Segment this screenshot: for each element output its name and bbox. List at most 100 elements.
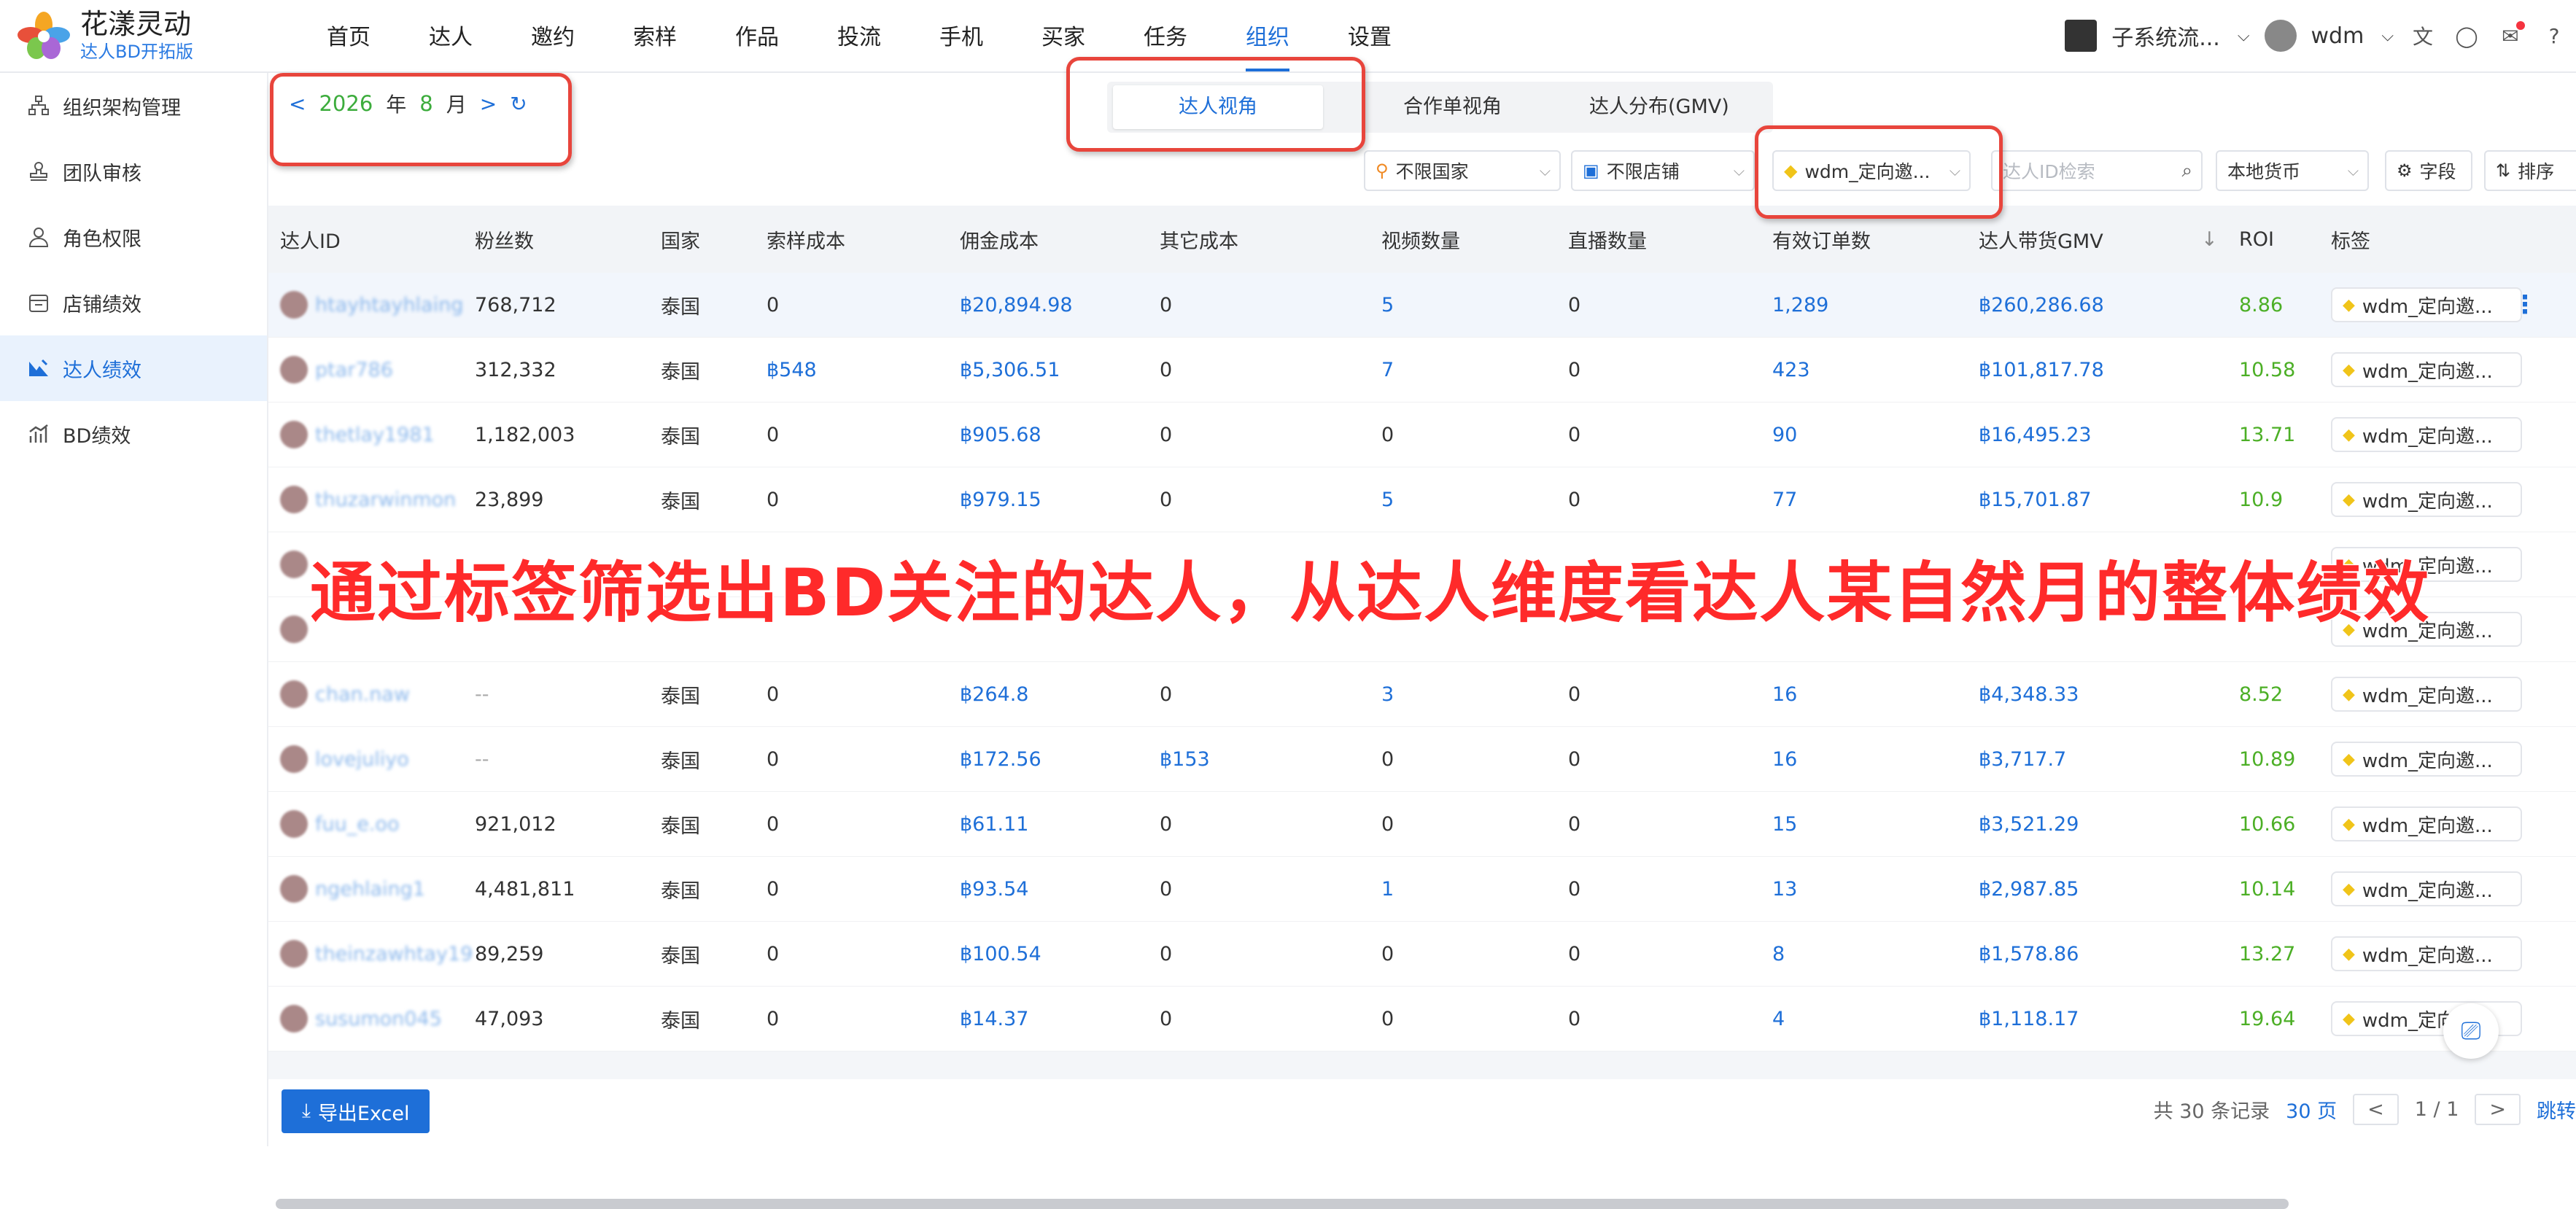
sidebar-item-org-structure[interactable]: 组织架构管理 bbox=[0, 73, 267, 139]
commission-cell[interactable]: ฿979.15 bbox=[960, 467, 1041, 532]
mail-icon[interactable]: ✉ bbox=[2496, 21, 2525, 50]
videos-cell[interactable]: 0 bbox=[1381, 792, 1394, 856]
col-header[interactable]: 佣金成本 bbox=[960, 206, 1039, 273]
sidebar-item-bd-performance[interactable]: BD绩效 bbox=[0, 401, 267, 467]
user-name[interactable]: wdm bbox=[2311, 23, 2364, 49]
tab-cooperation-view[interactable]: 合作单视角 bbox=[1359, 85, 1545, 129]
col-header[interactable]: 索样成本 bbox=[767, 206, 845, 273]
orders-cell[interactable]: 4 bbox=[1772, 987, 1785, 1051]
chevron-down-icon[interactable]: ⌵ bbox=[2381, 27, 2394, 45]
sidebar-item-shop-performance[interactable]: 店铺绩效 bbox=[0, 270, 267, 335]
gmv-cell[interactable]: ฿3,521.29 bbox=[1979, 792, 2079, 856]
videos-cell[interactable]: 0 bbox=[1381, 987, 1394, 1051]
videos-cell[interactable]: 0 bbox=[1381, 922, 1394, 986]
tag-chip[interactable]: ◆ wdm_定向邀... bbox=[2331, 742, 2522, 777]
tag-chip[interactable]: ◆ wdm_定向邀... bbox=[2331, 352, 2522, 387]
orders-cell[interactable]: 16 bbox=[1772, 662, 1797, 726]
influencer-id[interactable]: htayhtayhlaing bbox=[315, 294, 463, 316]
videos-cell[interactable]: 3 bbox=[1381, 662, 1394, 726]
export-excel-button[interactable]: ⤓ 导出Excel bbox=[282, 1089, 430, 1133]
help-icon[interactable]: ? bbox=[2540, 21, 2569, 50]
currency-select[interactable]: 本地货币 ⌵ bbox=[2216, 150, 2369, 191]
chevron-down-icon[interactable]: ⌵ bbox=[2238, 27, 2250, 45]
col-header[interactable]: 直播数量 bbox=[1568, 206, 1647, 273]
tag-chip[interactable]: ◆ wdm_定向邀... bbox=[2331, 871, 2522, 906]
influencer-id[interactable]: ngehlaing1 bbox=[315, 878, 425, 901]
prev-page-icon[interactable]: < bbox=[2353, 1094, 2399, 1125]
influencer-id[interactable]: thetlay1981 bbox=[315, 424, 435, 446]
commission-cell[interactable]: ฿14.37 bbox=[960, 987, 1028, 1051]
tag-chip[interactable]: ◆ wdm_定向邀... bbox=[2331, 287, 2522, 322]
col-header[interactable]: 其它成本 bbox=[1160, 206, 1238, 273]
videos-cell[interactable]: 0 bbox=[1381, 727, 1394, 791]
sort-desc-icon[interactable]: ↓ bbox=[2201, 206, 2218, 273]
influencer-id-cell[interactable]: ptar786 bbox=[280, 338, 393, 402]
orders-cell[interactable]: 15 bbox=[1772, 792, 1797, 856]
inbox-float-button[interactable]: ⎚ bbox=[2443, 1003, 2499, 1059]
sidebar-item-role-permissions[interactable]: 角色权限 bbox=[0, 204, 267, 270]
tag-chip[interactable]: ◆ wdm_定向邀... bbox=[2331, 482, 2522, 517]
table-row[interactable]: chan.naw -- 泰国 0 ฿264.8 0 3 0 16 ฿4,348.33 8.52 ◆ wd… bbox=[268, 662, 2576, 727]
influencer-id[interactable]: ptar786 bbox=[315, 359, 393, 381]
nav-phones[interactable]: 手机 bbox=[910, 0, 1012, 71]
table-row[interactable]: fuu_e.oo 921,012 泰国 0 ฿61.11 0 0 0 15 ฿3,521.29 10… bbox=[268, 792, 2576, 857]
gmv-cell[interactable]: ฿101,817.78 bbox=[1979, 338, 2104, 402]
table-row[interactable]: ngehlaing1 4,481,811 泰国 0 ฿93.54 0 1 0 13 ฿2,987.… bbox=[268, 857, 2576, 922]
nav-invite[interactable]: 邀约 bbox=[502, 0, 604, 71]
nav-works[interactable]: 作品 bbox=[706, 0, 808, 71]
commission-cell[interactable]: ฿93.54 bbox=[960, 857, 1028, 921]
tag-chip[interactable]: ◆ wdm_定向邀... bbox=[2331, 417, 2522, 452]
next-page-icon[interactable]: > bbox=[2475, 1094, 2521, 1125]
nav-ads[interactable]: 投流 bbox=[808, 0, 910, 71]
gmv-cell[interactable]: ฿3,717.7 bbox=[1979, 727, 2066, 791]
commission-cell[interactable]: ฿172.56 bbox=[960, 727, 1041, 791]
influencer-id-cell[interactable]: chan.naw bbox=[280, 662, 410, 726]
col-header[interactable]: 标签 bbox=[2331, 206, 2370, 273]
gmv-cell[interactable]: ฿2,987.85 bbox=[1979, 857, 2079, 921]
table-row[interactable]: theinzawhtay19 89,259 泰国 0 ฿100.54 0 0 0 8 ฿1,578… bbox=[268, 922, 2576, 987]
country-select[interactable]: ⚲ 不限国家 ⌵ bbox=[1364, 150, 1561, 191]
influencer-id-cell[interactable]: susumon045 bbox=[280, 987, 442, 1051]
orders-cell[interactable]: 16 bbox=[1772, 727, 1797, 791]
influencer-id-cell[interactable]: lovejuliyo bbox=[280, 727, 409, 791]
table-row[interactable]: ptar786 312,332 泰国 ฿548 ฿5,306.51 0 7 0 423 ฿101,… bbox=[268, 338, 2576, 403]
influencer-id[interactable]: fuu_e.oo bbox=[315, 813, 399, 836]
system-switcher[interactable]: 子系统流... bbox=[2111, 20, 2220, 52]
videos-cell[interactable]: 5 bbox=[1381, 467, 1394, 532]
influencer-id[interactable]: lovejuliyo bbox=[315, 748, 409, 771]
table-row[interactable]: susumon045 47,093 泰国 0 ฿14.37 0 0 0 4 ฿1,118.17 19… bbox=[268, 987, 2576, 1051]
chat-icon[interactable]: ◯ bbox=[2452, 21, 2481, 50]
sidebar-item-team-review[interactable]: 团队审核 bbox=[0, 139, 267, 204]
horizontal-scrollbar[interactable] bbox=[276, 1199, 2289, 1209]
videos-cell[interactable]: 0 bbox=[1381, 403, 1394, 467]
commission-cell[interactable]: ฿905.68 bbox=[960, 403, 1041, 467]
orders-cell[interactable]: 423 bbox=[1772, 338, 1810, 402]
videos-cell[interactable]: 1 bbox=[1381, 857, 1394, 921]
influencer-id-cell[interactable]: fuu_e.oo bbox=[280, 792, 399, 856]
commission-cell[interactable]: ฿100.54 bbox=[960, 922, 1041, 986]
influencer-id[interactable]: thuzarwinmon bbox=[315, 489, 456, 511]
more-actions-icon[interactable]: ⋮ bbox=[2513, 273, 2537, 337]
nav-influencers[interactable]: 达人 bbox=[400, 0, 502, 71]
gmv-cell[interactable]: ฿1,578.86 bbox=[1979, 922, 2079, 986]
jump-button[interactable]: 跳转 bbox=[2537, 1095, 2576, 1124]
col-header[interactable]: ROI bbox=[2239, 206, 2274, 273]
influencer-id[interactable]: susumon045 bbox=[315, 1008, 442, 1030]
influencer-id[interactable]: chan.naw bbox=[315, 683, 410, 706]
commission-cell[interactable]: ฿264.8 bbox=[960, 662, 1028, 726]
gmv-cell[interactable]: ฿1,118.17 bbox=[1979, 987, 2079, 1051]
sort-button[interactable]: ⇅ 排序 bbox=[2484, 150, 2576, 191]
col-header[interactable]: 国家 bbox=[661, 206, 700, 273]
influencer-id-cell[interactable]: thuzarwinmon bbox=[280, 467, 456, 532]
videos-cell[interactable]: 5 bbox=[1381, 273, 1394, 337]
translate-icon[interactable]: 文 bbox=[2408, 21, 2437, 50]
tag-chip[interactable]: ◆ wdm_定向邀... bbox=[2331, 936, 2522, 971]
table-row[interactable]: thetlay1981 1,182,003 泰国 0 ฿905.68 0 0 0 90 ฿16,4… bbox=[268, 403, 2576, 467]
col-header[interactable]: 粉丝数 bbox=[475, 206, 534, 273]
orders-cell[interactable]: 13 bbox=[1772, 857, 1797, 921]
orders-cell[interactable]: 90 bbox=[1772, 403, 1797, 467]
gmv-cell[interactable]: ฿16,495.23 bbox=[1979, 403, 2092, 467]
col-header[interactable]: 达人ID bbox=[280, 206, 341, 273]
commission-cell[interactable]: ฿61.11 bbox=[960, 792, 1028, 856]
page-size-select[interactable]: 30 页 bbox=[2286, 1095, 2337, 1124]
